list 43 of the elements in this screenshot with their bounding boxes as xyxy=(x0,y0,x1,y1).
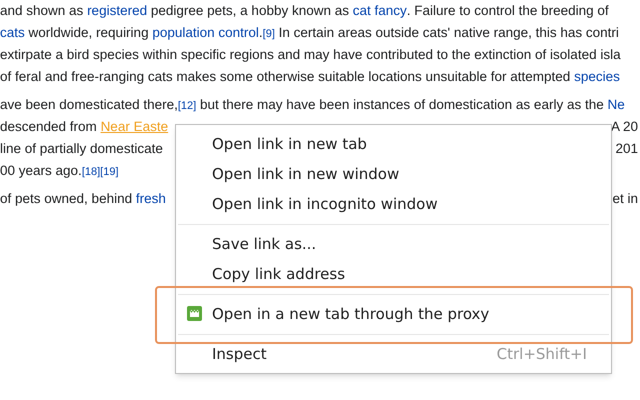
article-link[interactable]: fresh xyxy=(136,188,166,210)
article-link[interactable]: cats xyxy=(0,22,25,44)
article-text: 201 xyxy=(615,140,638,158)
article-text: of pets owned, behind xyxy=(0,190,134,208)
menu-item-label: Save link as... xyxy=(212,234,316,255)
article-text: worldwide, requiring xyxy=(28,24,150,42)
menu-item[interactable]: Copy link address xyxy=(176,259,611,289)
article-link[interactable]: species xyxy=(574,66,620,88)
reference-link[interactable]: [19] xyxy=(100,166,119,178)
menu-item[interactable]: Inspect Ctrl+Shift+I xyxy=(176,339,611,369)
article-text: pedigree pets, a hobby known as xyxy=(150,2,350,20)
menu-item-label: Open link in new tab xyxy=(212,134,367,155)
article-text: extirpate a bird species within specific regions and may have contributed to the extinction of isolated isla xyxy=(0,46,621,64)
menu-item[interactable]: Open link in new tab xyxy=(176,129,611,159)
article-text: and shown as xyxy=(0,2,84,20)
article-text: line of partially domesticate xyxy=(0,140,163,158)
menu-item-label: Open link in new window xyxy=(212,164,400,185)
article-text: but there may have been instances of domestication as early as the xyxy=(198,96,605,114)
reference-link[interactable]: [12] xyxy=(178,100,196,112)
menu-item-label: Copy link address xyxy=(212,264,346,285)
menu-item[interactable]: Open link in incognito window xyxy=(176,189,611,219)
reference-link[interactable]: [18] xyxy=(82,166,100,178)
article-link[interactable]: registered xyxy=(87,0,148,22)
menu-item[interactable]: Save link as... xyxy=(176,229,611,259)
menu-item-label: Open link in incognito window xyxy=(212,194,438,215)
menu-item[interactable]: Open link in new window xyxy=(176,159,611,189)
article-text: descended from xyxy=(0,118,98,136)
article-text: In certain areas outside cats' native range, this has contri xyxy=(278,24,619,42)
menu-item[interactable]: Open in a new tab through the proxy xyxy=(176,299,611,329)
article-text: ave been domesticated there, xyxy=(0,96,178,114)
proxy-icon xyxy=(187,306,202,321)
article-link[interactable]: cat fancy xyxy=(352,0,407,22)
article-text: . Failure to control the breeding of xyxy=(406,2,609,20)
article-link[interactable]: population control xyxy=(152,22,259,44)
article-text: et in xyxy=(612,190,638,208)
article-link[interactable]: Ne xyxy=(607,94,625,116)
article-text: of feral and free-ranging cats makes some otherwise suitable locations unsuitable for attempted xyxy=(0,68,572,86)
menu-item-label: Inspect xyxy=(212,344,267,365)
menu-item-label: Open in a new tab through the proxy xyxy=(212,304,490,325)
reference-link[interactable]: [9] xyxy=(262,28,275,40)
article-text: 00 years ago. xyxy=(0,162,82,180)
shortcut-text: Ctrl+Shift+I xyxy=(496,344,587,365)
article-text: . xyxy=(258,24,263,42)
